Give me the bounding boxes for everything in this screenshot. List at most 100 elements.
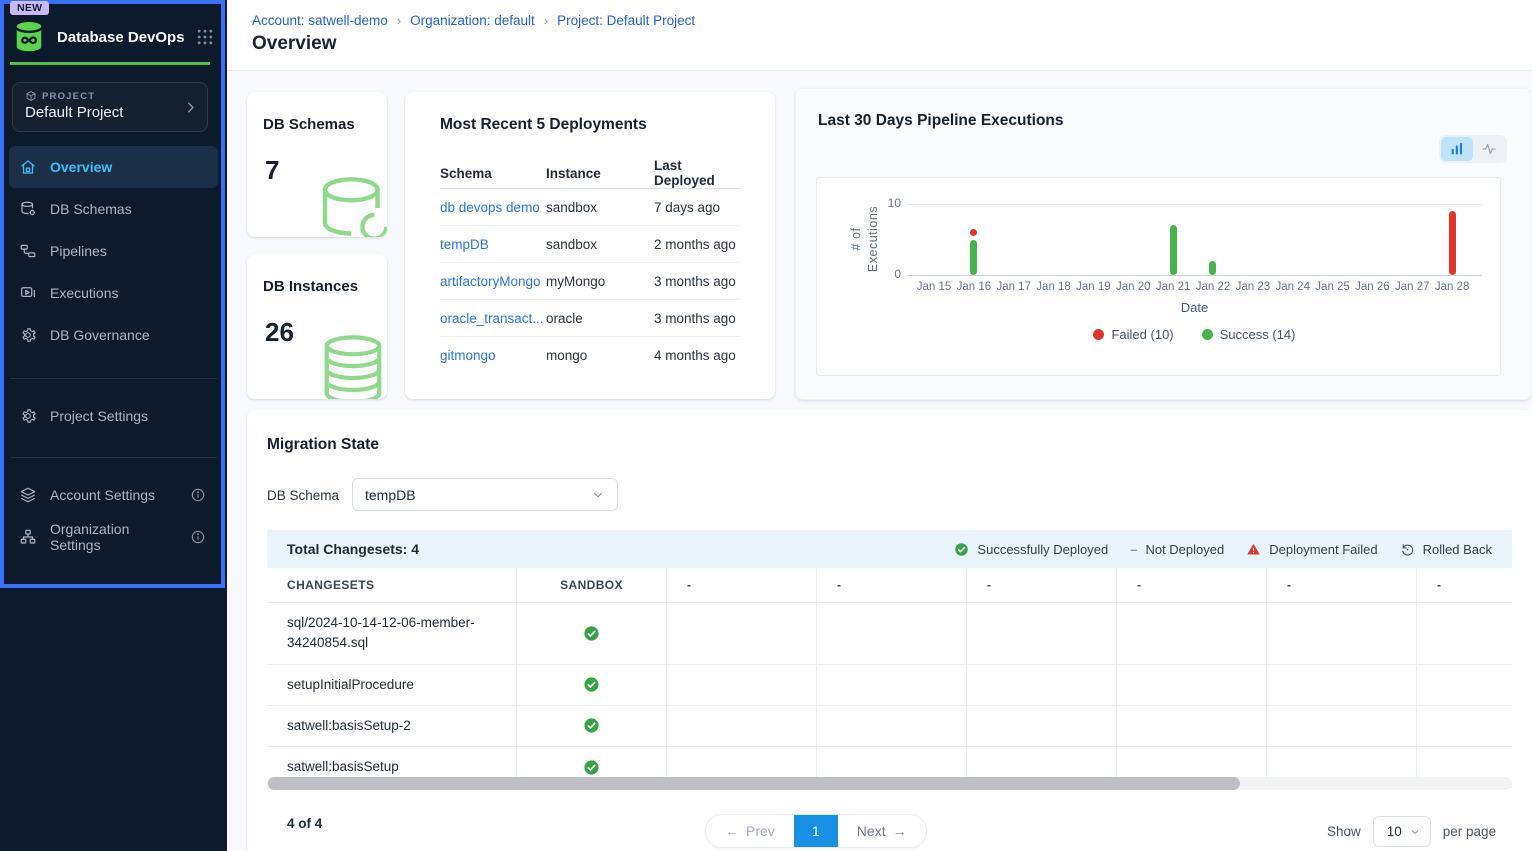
- page-size-control: Show 10 per page: [1327, 816, 1496, 847]
- x-tick-label: Jan 24: [1271, 281, 1315, 293]
- schema-link[interactable]: gitmongo: [440, 348, 496, 363]
- play-box-icon: [19, 284, 37, 302]
- changeset-row: sql/2024-10-14-12-06-member-34240854.sql: [267, 603, 1512, 665]
- column-header: Schema: [440, 166, 546, 181]
- last-deployed-cell: 4 months ago: [654, 348, 740, 363]
- x-tick-label: Jan 27: [1390, 281, 1434, 293]
- legend-item: Failed (10): [1093, 327, 1173, 342]
- sidebar-item-label: Overview: [50, 159, 112, 175]
- y-axis-label: # of Executions: [848, 203, 882, 275]
- legend-dot-icon: [1093, 329, 1104, 340]
- column-header: -: [817, 568, 967, 603]
- x-axis-line: [907, 275, 1482, 276]
- x-tick-label: Jan 17: [992, 281, 1036, 293]
- chart-bar-success[interactable]: [1209, 261, 1216, 275]
- deployment-row: db devops demo sandbox7 days ago: [440, 188, 740, 225]
- sidebar-item-organization-settings[interactable]: Organization Settings: [9, 516, 218, 558]
- chart-bar-failed[interactable]: [1449, 211, 1456, 275]
- instance-cell: mongo: [546, 348, 654, 363]
- column-header: Last Deployed: [654, 158, 740, 188]
- x-tick-label: Jan 18: [1032, 281, 1076, 293]
- sidebar-divider: [10, 378, 217, 379]
- pagination: ← Prev 1 Next →: [705, 814, 927, 848]
- legend-item: Success (14): [1202, 327, 1296, 342]
- apps-grid-icon[interactable]: [195, 27, 215, 47]
- sidebar-item-executions[interactable]: Executions: [9, 272, 218, 314]
- instance-cell: sandbox: [546, 237, 654, 252]
- y-tick-label: 10: [859, 196, 901, 210]
- app-root: NEW Database DevOps PROJECT Default Proj…: [0, 0, 1532, 851]
- schema-link[interactable]: oracle_transact...: [440, 311, 544, 326]
- info-icon[interactable]: [190, 487, 206, 503]
- schema-link[interactable]: tempDB: [440, 237, 489, 252]
- last-deployed-cell: 7 days ago: [654, 200, 740, 215]
- db-schema-select[interactable]: tempDB: [352, 478, 618, 511]
- empty-cell: [1117, 706, 1267, 747]
- status-legend-label: Successfully Deployed: [977, 542, 1108, 557]
- sidebar-item-label: Pipelines: [50, 243, 107, 259]
- total-changesets-label: Total Changesets: 4: [287, 541, 419, 557]
- deployment-row: gitmongo mongo4 months ago: [440, 336, 740, 373]
- horizontal-scrollbar-track[interactable]: [267, 777, 1512, 790]
- sidebar-divider: [10, 457, 217, 458]
- empty-cell: [1117, 665, 1267, 706]
- chart-type-toggle: [1439, 135, 1507, 163]
- project-cube-icon: [25, 90, 37, 102]
- sidebar-nav-secondary: Project Settings: [0, 395, 227, 437]
- rollback-icon: [1400, 542, 1415, 557]
- empty-cell: [667, 706, 817, 747]
- chart-bar-success[interactable]: [1170, 225, 1177, 275]
- gridline: [907, 204, 1482, 205]
- page-number-button[interactable]: 1: [794, 815, 838, 847]
- sidebar-nav-tertiary: Account SettingsOrganization Settings: [0, 474, 227, 558]
- schema-link[interactable]: artifactoryMongo: [440, 274, 541, 289]
- info-icon[interactable]: [190, 529, 206, 545]
- project-name: Default Project: [25, 104, 195, 121]
- page-size-select[interactable]: 10: [1373, 816, 1431, 847]
- chart-bar-success[interactable]: [970, 240, 977, 276]
- horizontal-scrollbar-thumb[interactable]: [268, 777, 1240, 790]
- breadcrumb-link[interactable]: Project: Default Project: [557, 13, 695, 28]
- sidebar-item-account-settings[interactable]: Account Settings: [9, 474, 218, 516]
- changesets-header-row: CHANGESETSSANDBOX------: [267, 568, 1512, 603]
- prev-page-button[interactable]: ← Prev: [706, 815, 794, 847]
- db-instances-card: DB Instances 26: [247, 254, 387, 399]
- stat-label: DB Schemas: [263, 116, 387, 133]
- sidebar-item-project-settings[interactable]: Project Settings: [9, 395, 218, 437]
- column-header: -: [667, 568, 817, 603]
- sidebar-item-label: Executions: [50, 285, 118, 301]
- x-tick-label: Jan 23: [1231, 281, 1275, 293]
- recent-deployments-card: Most Recent 5 Deployments SchemaInstance…: [405, 92, 775, 399]
- status-cell: [517, 603, 667, 665]
- content: DB Schemas 7 DB Instances 26 Most Recent…: [227, 71, 1532, 851]
- project-selector[interactable]: PROJECT Default Project: [12, 82, 208, 132]
- breadcrumb-link[interactable]: Account: satwell-demo: [252, 13, 388, 28]
- database-icon: [311, 167, 387, 237]
- line-chart-icon[interactable]: [1473, 137, 1505, 161]
- bar-chart-icon[interactable]: [1441, 137, 1473, 161]
- status-legend-item: Rolled Back: [1400, 542, 1492, 557]
- sidebar-item-db-schemas[interactable]: DB Schemas: [9, 188, 218, 230]
- sidebar-nav-main: Overview DB Schemas Pipelines Executions DB …: [0, 146, 227, 356]
- instance-cell: sandbox: [546, 200, 654, 215]
- next-page-button[interactable]: Next →: [838, 815, 926, 847]
- stat-label: DB Instances: [263, 278, 387, 295]
- chart-bar-failed[interactable]: [970, 229, 977, 236]
- status-cell: [517, 665, 667, 706]
- sidebar-item-overview[interactable]: Overview: [9, 146, 218, 188]
- status-legend-item: –Not Deployed: [1130, 542, 1224, 557]
- breadcrumb-link[interactable]: Organization: default: [410, 13, 535, 28]
- home-icon: [19, 158, 37, 176]
- column-header: -: [1267, 568, 1417, 603]
- db-schemas-card: DB Schemas 7: [247, 92, 387, 237]
- per-page-label: per page: [1443, 824, 1496, 839]
- status-legend-item: Successfully Deployed: [954, 542, 1108, 557]
- sidebar-item-db-governance[interactable]: DB Governance: [9, 314, 218, 356]
- sidebar-item-pipelines[interactable]: Pipelines: [9, 230, 218, 272]
- right-arrow-icon: →: [893, 823, 907, 839]
- schema-link[interactable]: db devops demo: [440, 200, 540, 215]
- success-check-icon: [583, 676, 600, 693]
- deployments-table: SchemaInstanceLast Deployeddb devops dem…: [440, 158, 740, 373]
- x-tick-label: Jan 25: [1311, 281, 1355, 293]
- column-header: -: [1417, 568, 1512, 603]
